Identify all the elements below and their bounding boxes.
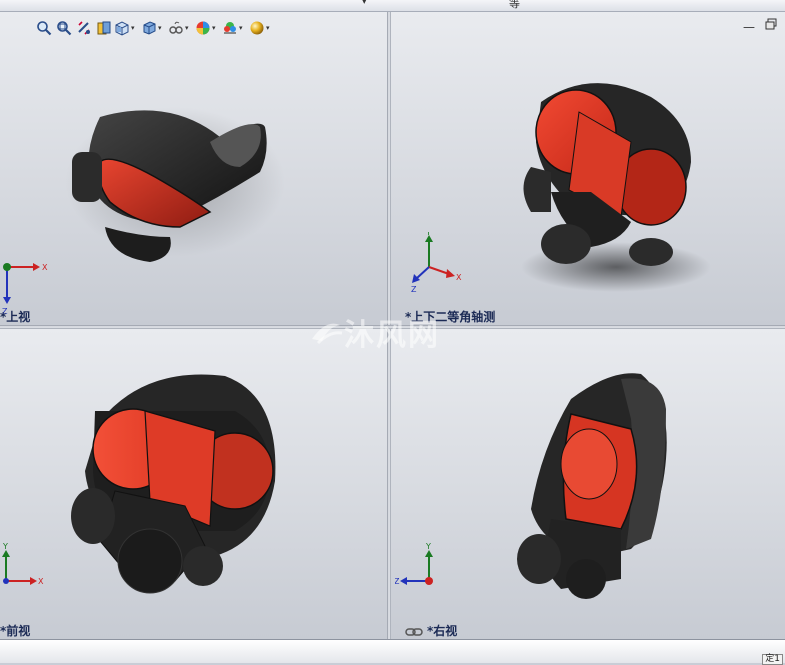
view-orientation-icon[interactable]: ▾ (114, 18, 141, 38)
hide-show-items-icon[interactable]: ▾ (168, 18, 195, 38)
coordinate-triad: Y Z (395, 542, 433, 586)
svg-text:Z: Z (395, 577, 400, 586)
zoom-to-area-icon[interactable] (54, 18, 74, 38)
tab-label[interactable]: 等 (509, 0, 520, 11)
link-views-icon[interactable] (405, 627, 423, 637)
status-text: 定1 (762, 654, 783, 665)
top-bar: ▾ 等 (0, 0, 785, 12)
view-label-right-text: *右视 (427, 624, 458, 638)
restore-icon[interactable] (765, 18, 777, 33)
viewport-right[interactable]: Y Z *右视 (391, 329, 785, 639)
view-label-front: *前视 (0, 624, 31, 638)
view-label-right: *右视 (405, 622, 457, 639)
svg-text:Y: Y (2, 542, 8, 551)
mask-model-trimetric[interactable] (511, 72, 721, 292)
svg-text:Y: Y (425, 542, 431, 551)
mask-model-right[interactable] (511, 369, 681, 599)
section-view-icon[interactable] (94, 18, 114, 38)
minimize-icon[interactable]: — (743, 20, 755, 34)
status-bar: 定1 (0, 639, 785, 665)
coordinate-triad: Y X (2, 542, 44, 586)
watermark: 沐风网 (308, 310, 440, 354)
display-style-icon[interactable]: ▾ (141, 18, 168, 38)
watermark-logo-icon (312, 323, 343, 345)
mask-model-top[interactable] (60, 97, 290, 267)
view-label-top: *上视 (0, 310, 31, 324)
svg-text:X: X (42, 263, 48, 272)
previous-view-icon[interactable] (74, 18, 94, 38)
mask-model-front[interactable] (65, 371, 290, 601)
viewport-front[interactable]: Y X *前视 (0, 329, 387, 639)
svg-text:X: X (456, 273, 462, 282)
viewport-trimetric[interactable]: — Y X Z *上下二等角轴测 (391, 12, 785, 325)
chevron-down-icon[interactable]: ▾ (362, 0, 367, 7)
watermark-text: 沐风网 (344, 318, 440, 353)
svg-text:Z: Z (411, 285, 417, 292)
coordinate-triad: Y X Z (411, 232, 462, 292)
svg-text:Y: Y (425, 232, 431, 237)
viewport-top[interactable]: ▾ ▾ ▾ ▾ ▾ ▾ X Z *上视 (0, 12, 387, 325)
heads-up-toolbar: ▾ ▾ ▾ ▾ ▾ ▾ (34, 17, 276, 39)
zoom-to-fit-icon[interactable] (34, 18, 54, 38)
svg-text:X: X (38, 577, 44, 586)
apply-scene-icon[interactable]: ▾ (222, 18, 249, 38)
edit-appearance-icon[interactable]: ▾ (195, 18, 222, 38)
view-settings-icon[interactable]: ▾ (249, 18, 276, 38)
